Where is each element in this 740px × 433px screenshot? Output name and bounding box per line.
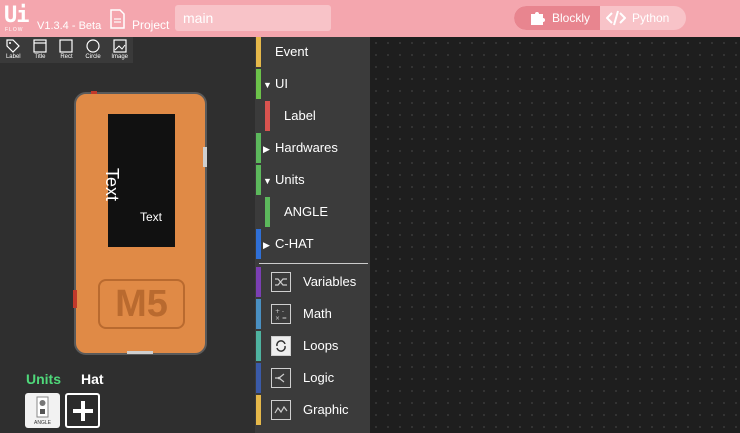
toolbox-label: Math — [303, 306, 332, 321]
m5-device-preview: Text Text M5 — [73, 91, 207, 355]
loop-icon — [271, 336, 291, 356]
device-power-button — [73, 290, 77, 308]
widget-rect-text: Rect — [60, 54, 73, 60]
caret-right-icon[interactable]: ▶ — [263, 240, 270, 251]
block-toolbox: Event ▼ UI Label ▶ Hardwares ▼ Units ANG… — [255, 37, 370, 433]
blockly-workspace[interactable] — [370, 37, 740, 433]
toolbox-item-units[interactable]: ▼ Units — [255, 165, 370, 195]
image-icon — [113, 39, 127, 53]
python-mode-button[interactable]: Python — [600, 6, 686, 30]
category-color-bar — [265, 197, 270, 227]
toolbox-divider — [259, 263, 368, 264]
toolbox-item-label[interactable]: Label — [255, 101, 370, 131]
toolbox-item-logic[interactable]: Logic — [255, 363, 370, 393]
version-label: V1.3.4 - Beta — [37, 20, 102, 32]
unit-card-angle[interactable]: ANGLE — [25, 393, 60, 428]
top-bar: Ui FLOW V1.3.4 - Beta Project Blockly Py… — [0, 0, 740, 37]
category-color-bar — [256, 395, 261, 425]
toolbox-item-event[interactable]: Event — [255, 37, 370, 67]
category-color-bar — [256, 229, 261, 259]
svg-text:+ -: + - — [275, 308, 284, 315]
toolbox-label: Variables — [303, 274, 357, 289]
uiflow-logo: Ui FLOW — [4, 3, 32, 33]
code-icon — [606, 10, 626, 26]
add-unit-button[interactable] — [65, 393, 100, 428]
math-icon: + - × = — [271, 304, 291, 324]
toolbox-label: Hardwares — [275, 140, 338, 155]
category-color-bar — [265, 101, 270, 131]
toolbox-item-hardwares[interactable]: ▶ Hardwares — [255, 133, 370, 163]
widget-title-text: Title — [34, 54, 46, 60]
file-icon[interactable] — [110, 9, 125, 29]
puzzle-icon — [531, 12, 545, 25]
device-side-button — [203, 147, 207, 167]
widget-rect[interactable]: Rect — [53, 37, 80, 63]
blockly-mode-button[interactable]: Blockly — [514, 6, 600, 30]
tag-icon — [6, 39, 21, 53]
widget-bar: Label Title Rect Circle Image — [0, 37, 133, 63]
category-color-bar — [256, 299, 261, 329]
blockly-label: Blockly — [552, 11, 591, 25]
mode-toggle[interactable]: Blockly Python — [514, 6, 686, 30]
device-panel: Label Title Rect Circle Image Text Text … — [0, 37, 255, 433]
screen-label-widget[interactable]: Text — [140, 210, 162, 224]
caret-down-icon[interactable]: ▼ — [263, 176, 272, 186]
device-screen[interactable]: Text Text — [102, 114, 175, 247]
circle-icon — [86, 39, 100, 53]
toolbox-label: UI — [275, 76, 288, 91]
category-color-bar — [256, 267, 261, 297]
category-color-bar — [256, 133, 261, 163]
category-color-bar — [256, 331, 261, 361]
title-icon — [33, 39, 47, 53]
tab-hat[interactable]: Hat — [81, 371, 104, 387]
widget-circle[interactable]: Circle — [80, 37, 107, 63]
rect-icon — [59, 39, 74, 53]
tab-units[interactable]: Units — [26, 371, 61, 387]
widget-label-text: Label — [5, 54, 21, 60]
caret-down-icon[interactable]: ▼ — [263, 80, 272, 90]
toolbox-label: Graphic — [303, 402, 349, 417]
toolbox-label: ANGLE — [284, 204, 329, 219]
shuffle-icon — [271, 272, 291, 292]
toolbox-item-ui[interactable]: ▼ UI — [255, 69, 370, 99]
m5-logo: M5 — [98, 279, 185, 329]
angle-unit-icon — [36, 396, 49, 418]
toolbox-item-loops[interactable]: Loops — [255, 331, 370, 361]
widget-title[interactable]: Title — [27, 37, 54, 63]
screen-title-widget[interactable]: Text — [101, 168, 122, 201]
logo-subtext: FLOW — [5, 27, 24, 33]
toolbox-label: Loops — [303, 338, 339, 353]
plus-icon — [72, 400, 93, 421]
category-color-bar — [256, 69, 261, 99]
filename-input[interactable] — [175, 5, 331, 31]
category-color-bar — [256, 37, 261, 67]
toolbox-item-variables[interactable]: Variables — [255, 267, 370, 297]
device-top-nub — [91, 91, 97, 94]
project-button[interactable]: Project — [132, 18, 169, 32]
device-bottom-port — [127, 351, 153, 354]
graphic-icon — [271, 400, 291, 420]
svg-text:× =: × = — [275, 315, 287, 321]
toolbox-label: C-HAT — [275, 236, 314, 251]
widget-circle-text: Circle — [85, 54, 101, 60]
logo-text: Ui — [4, 3, 29, 28]
caret-right-icon[interactable]: ▶ — [263, 144, 270, 155]
toolbox-item-angle[interactable]: ANGLE — [255, 197, 370, 227]
widget-image[interactable]: Image — [106, 37, 133, 63]
toolbox-item-graphic[interactable]: Graphic — [255, 395, 370, 425]
python-label: Python — [632, 11, 670, 25]
widget-label[interactable]: Label — [0, 37, 27, 63]
category-color-bar — [256, 363, 261, 393]
logic-icon — [271, 368, 291, 388]
toolbox-label: Units — [275, 172, 305, 187]
widget-image-text: Image — [111, 54, 129, 60]
toolbox-label: Label — [284, 108, 316, 123]
toolbox-label: Logic — [303, 370, 335, 385]
toolbox-label: Event — [275, 44, 309, 59]
unit-card-caption: ANGLE — [34, 420, 51, 426]
toolbox-item-c-hat[interactable]: ▶ C-HAT — [255, 229, 370, 259]
toolbox-item-math[interactable]: + - × = Math — [255, 299, 370, 329]
category-color-bar — [256, 165, 261, 195]
